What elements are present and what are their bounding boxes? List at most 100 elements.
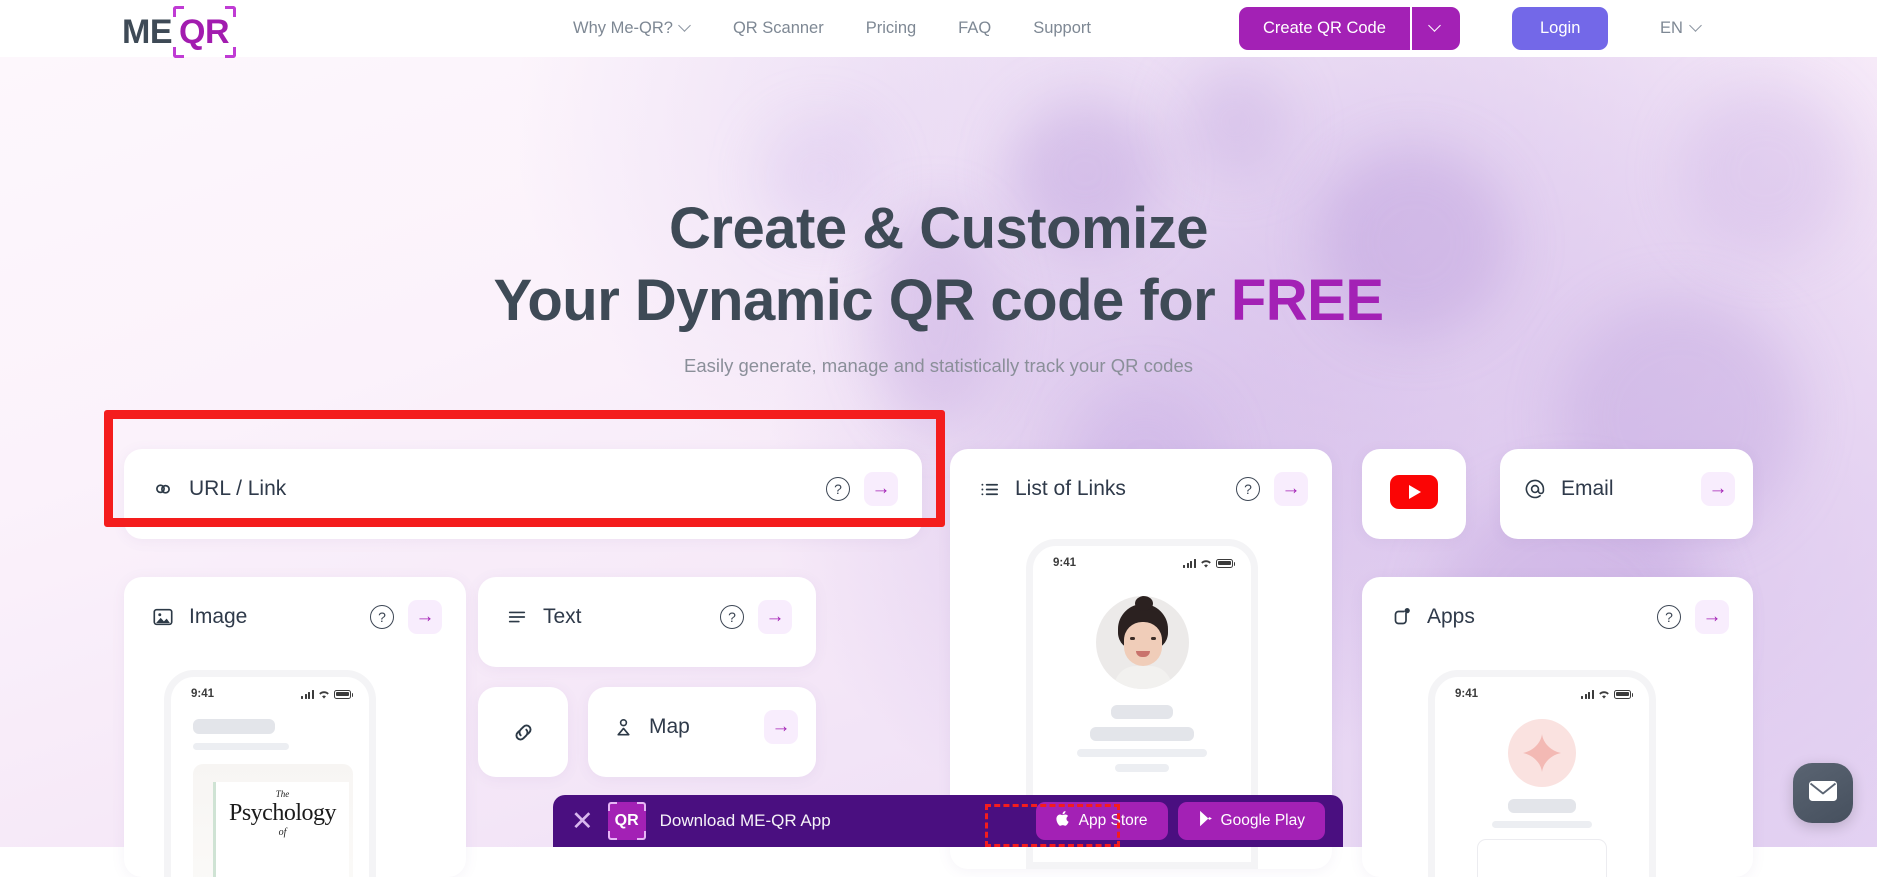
qr-corner-tr — [637, 802, 646, 811]
hero-title-free: FREE — [1231, 268, 1384, 333]
skeleton-line — [1111, 705, 1173, 719]
card-youtube[interactable] — [1362, 449, 1466, 539]
phone-status-bar: 9:41 — [1033, 546, 1251, 574]
text-lines-icon — [504, 604, 530, 630]
card-url-link-header: URL / Link ? → — [124, 449, 922, 529]
qr-badge-text: QR — [615, 812, 639, 830]
book-title-main: Psychology — [216, 799, 349, 827]
decorative-blob — [1180, 67, 1290, 177]
google-play-button[interactable]: Google Play — [1178, 802, 1325, 840]
bullet-list-icon — [976, 476, 1002, 502]
apple-icon — [1056, 810, 1071, 832]
card-apps-header: Apps ? → — [1362, 577, 1753, 657]
qr-corner-bl — [608, 831, 617, 840]
app-logo-icon — [1508, 719, 1576, 787]
language-selector[interactable]: EN — [1660, 0, 1702, 57]
skeleton-line — [193, 743, 289, 750]
login-button[interactable]: Login — [1512, 7, 1608, 50]
create-qr-code-button[interactable]: Create QR Code — [1239, 7, 1410, 50]
wifi-icon — [318, 690, 330, 699]
create-qr-code-dropdown-button[interactable] — [1412, 7, 1460, 50]
card-chain-link-body — [478, 687, 568, 777]
phone-time: 9:41 — [1053, 557, 1076, 569]
card-text[interactable]: Text ? → — [478, 577, 816, 667]
nav-label: Why Me-QR? — [573, 0, 673, 57]
app-banner-message: Download ME-QR App — [660, 811, 1026, 831]
hero-subtitle: Easily generate, manage and statisticall… — [0, 355, 1877, 377]
book-cover-image: The Psychology of — [193, 764, 353, 877]
nav-item-faq[interactable]: FAQ — [937, 0, 1012, 57]
apps-icon — [1388, 604, 1414, 630]
close-icon[interactable]: ✕ — [571, 808, 594, 835]
card-email-label: Email — [1561, 477, 1701, 501]
nav-item-pricing[interactable]: Pricing — [845, 0, 937, 57]
logo-corner-bl — [173, 47, 184, 58]
help-icon[interactable]: ? — [720, 605, 744, 629]
card-list-of-links-arrow-button[interactable]: → — [1274, 472, 1308, 506]
hero-title-line-1: Create & Customize — [0, 193, 1877, 265]
card-youtube-body — [1362, 449, 1466, 539]
phone-status-icons — [1183, 559, 1233, 568]
card-list-of-links-header: List of Links ? → — [950, 449, 1332, 529]
card-list-of-links-label: List of Links — [1015, 477, 1236, 501]
envelope-icon — [1808, 779, 1838, 808]
card-image-header: Image ? → — [124, 577, 466, 657]
app-store-button[interactable]: App Store — [1036, 802, 1168, 840]
chevron-down-icon — [680, 21, 691, 32]
skeleton-line — [1077, 749, 1207, 757]
card-map-arrow-button[interactable]: → — [764, 710, 798, 744]
help-icon[interactable]: ? — [1657, 605, 1681, 629]
qr-badge-icon: QR — [608, 802, 646, 840]
skeleton-line — [1508, 799, 1576, 813]
card-map-label: Map — [649, 715, 764, 739]
phone-status-bar: 9:41 — [171, 677, 369, 705]
card-apps[interactable]: Apps ? → 9:41 — [1362, 577, 1753, 877]
card-email-header: Email → — [1500, 449, 1753, 529]
at-sign-icon — [1522, 476, 1548, 502]
card-chain-link[interactable] — [478, 687, 568, 777]
hero-title-line-2: Your Dynamic QR code for FREE — [0, 265, 1877, 337]
hero-title: Create & Customize Your Dynamic QR code … — [0, 193, 1877, 337]
chat-support-button[interactable] — [1793, 763, 1853, 823]
nav-item-support[interactable]: Support — [1012, 0, 1112, 57]
help-icon[interactable]: ? — [370, 605, 394, 629]
logo[interactable]: ME QR — [122, 6, 236, 58]
card-map-header: Map → — [588, 687, 816, 767]
phone-status-bar: 9:41 — [1435, 677, 1649, 705]
site-header: ME QR Why Me-QR? QR Scanner Pricing FAQ … — [0, 0, 1877, 57]
logo-qr-frame: QR — [173, 6, 236, 58]
card-url-link[interactable]: URL / Link ? → — [124, 449, 922, 539]
card-email[interactable]: Email → — [1500, 449, 1753, 539]
book-title-of: of — [216, 827, 349, 838]
card-text-arrow-button[interactable]: → — [758, 600, 792, 634]
card-url-link-arrow-button[interactable]: → — [864, 472, 898, 506]
link-icon — [150, 476, 176, 502]
card-map[interactable]: Map → — [588, 687, 816, 777]
nav-item-qr-scanner[interactable]: QR Scanner — [712, 0, 845, 57]
card-image[interactable]: Image ? → 9:41 The Psychology — [124, 577, 466, 877]
logo-text-qr: QR — [179, 13, 229, 51]
nav-item-why-me-qr[interactable]: Why Me-QR? — [552, 0, 712, 57]
chain-link-icon — [510, 717, 537, 747]
card-image-label: Image — [189, 605, 370, 629]
main-navigation: Why Me-QR? QR Scanner Pricing FAQ Suppor… — [552, 0, 1112, 57]
help-icon[interactable]: ? — [1236, 477, 1260, 501]
app-download-banner: ✕ QR Download ME-QR App App Store Google… — [553, 795, 1343, 847]
card-apps-arrow-button[interactable]: → — [1695, 600, 1729, 634]
nav-label: Pricing — [866, 0, 916, 57]
skeleton-line — [1115, 764, 1169, 772]
card-image-arrow-button[interactable]: → — [408, 600, 442, 634]
avatar — [1033, 596, 1251, 689]
map-pin-person-icon — [610, 714, 636, 740]
skeleton-line — [1090, 727, 1194, 741]
language-label: EN — [1660, 19, 1683, 38]
wifi-icon — [1598, 690, 1610, 699]
help-icon[interactable]: ? — [826, 477, 850, 501]
card-url-link-label: URL / Link — [189, 477, 826, 501]
skeleton-line — [1492, 821, 1592, 828]
card-email-arrow-button[interactable]: → — [1701, 472, 1735, 506]
phone-mockup-apps: 9:41 — [1428, 670, 1656, 877]
book-title-the: The — [216, 789, 349, 799]
chevron-down-icon — [1430, 21, 1441, 32]
nav-label: QR Scanner — [733, 0, 824, 57]
